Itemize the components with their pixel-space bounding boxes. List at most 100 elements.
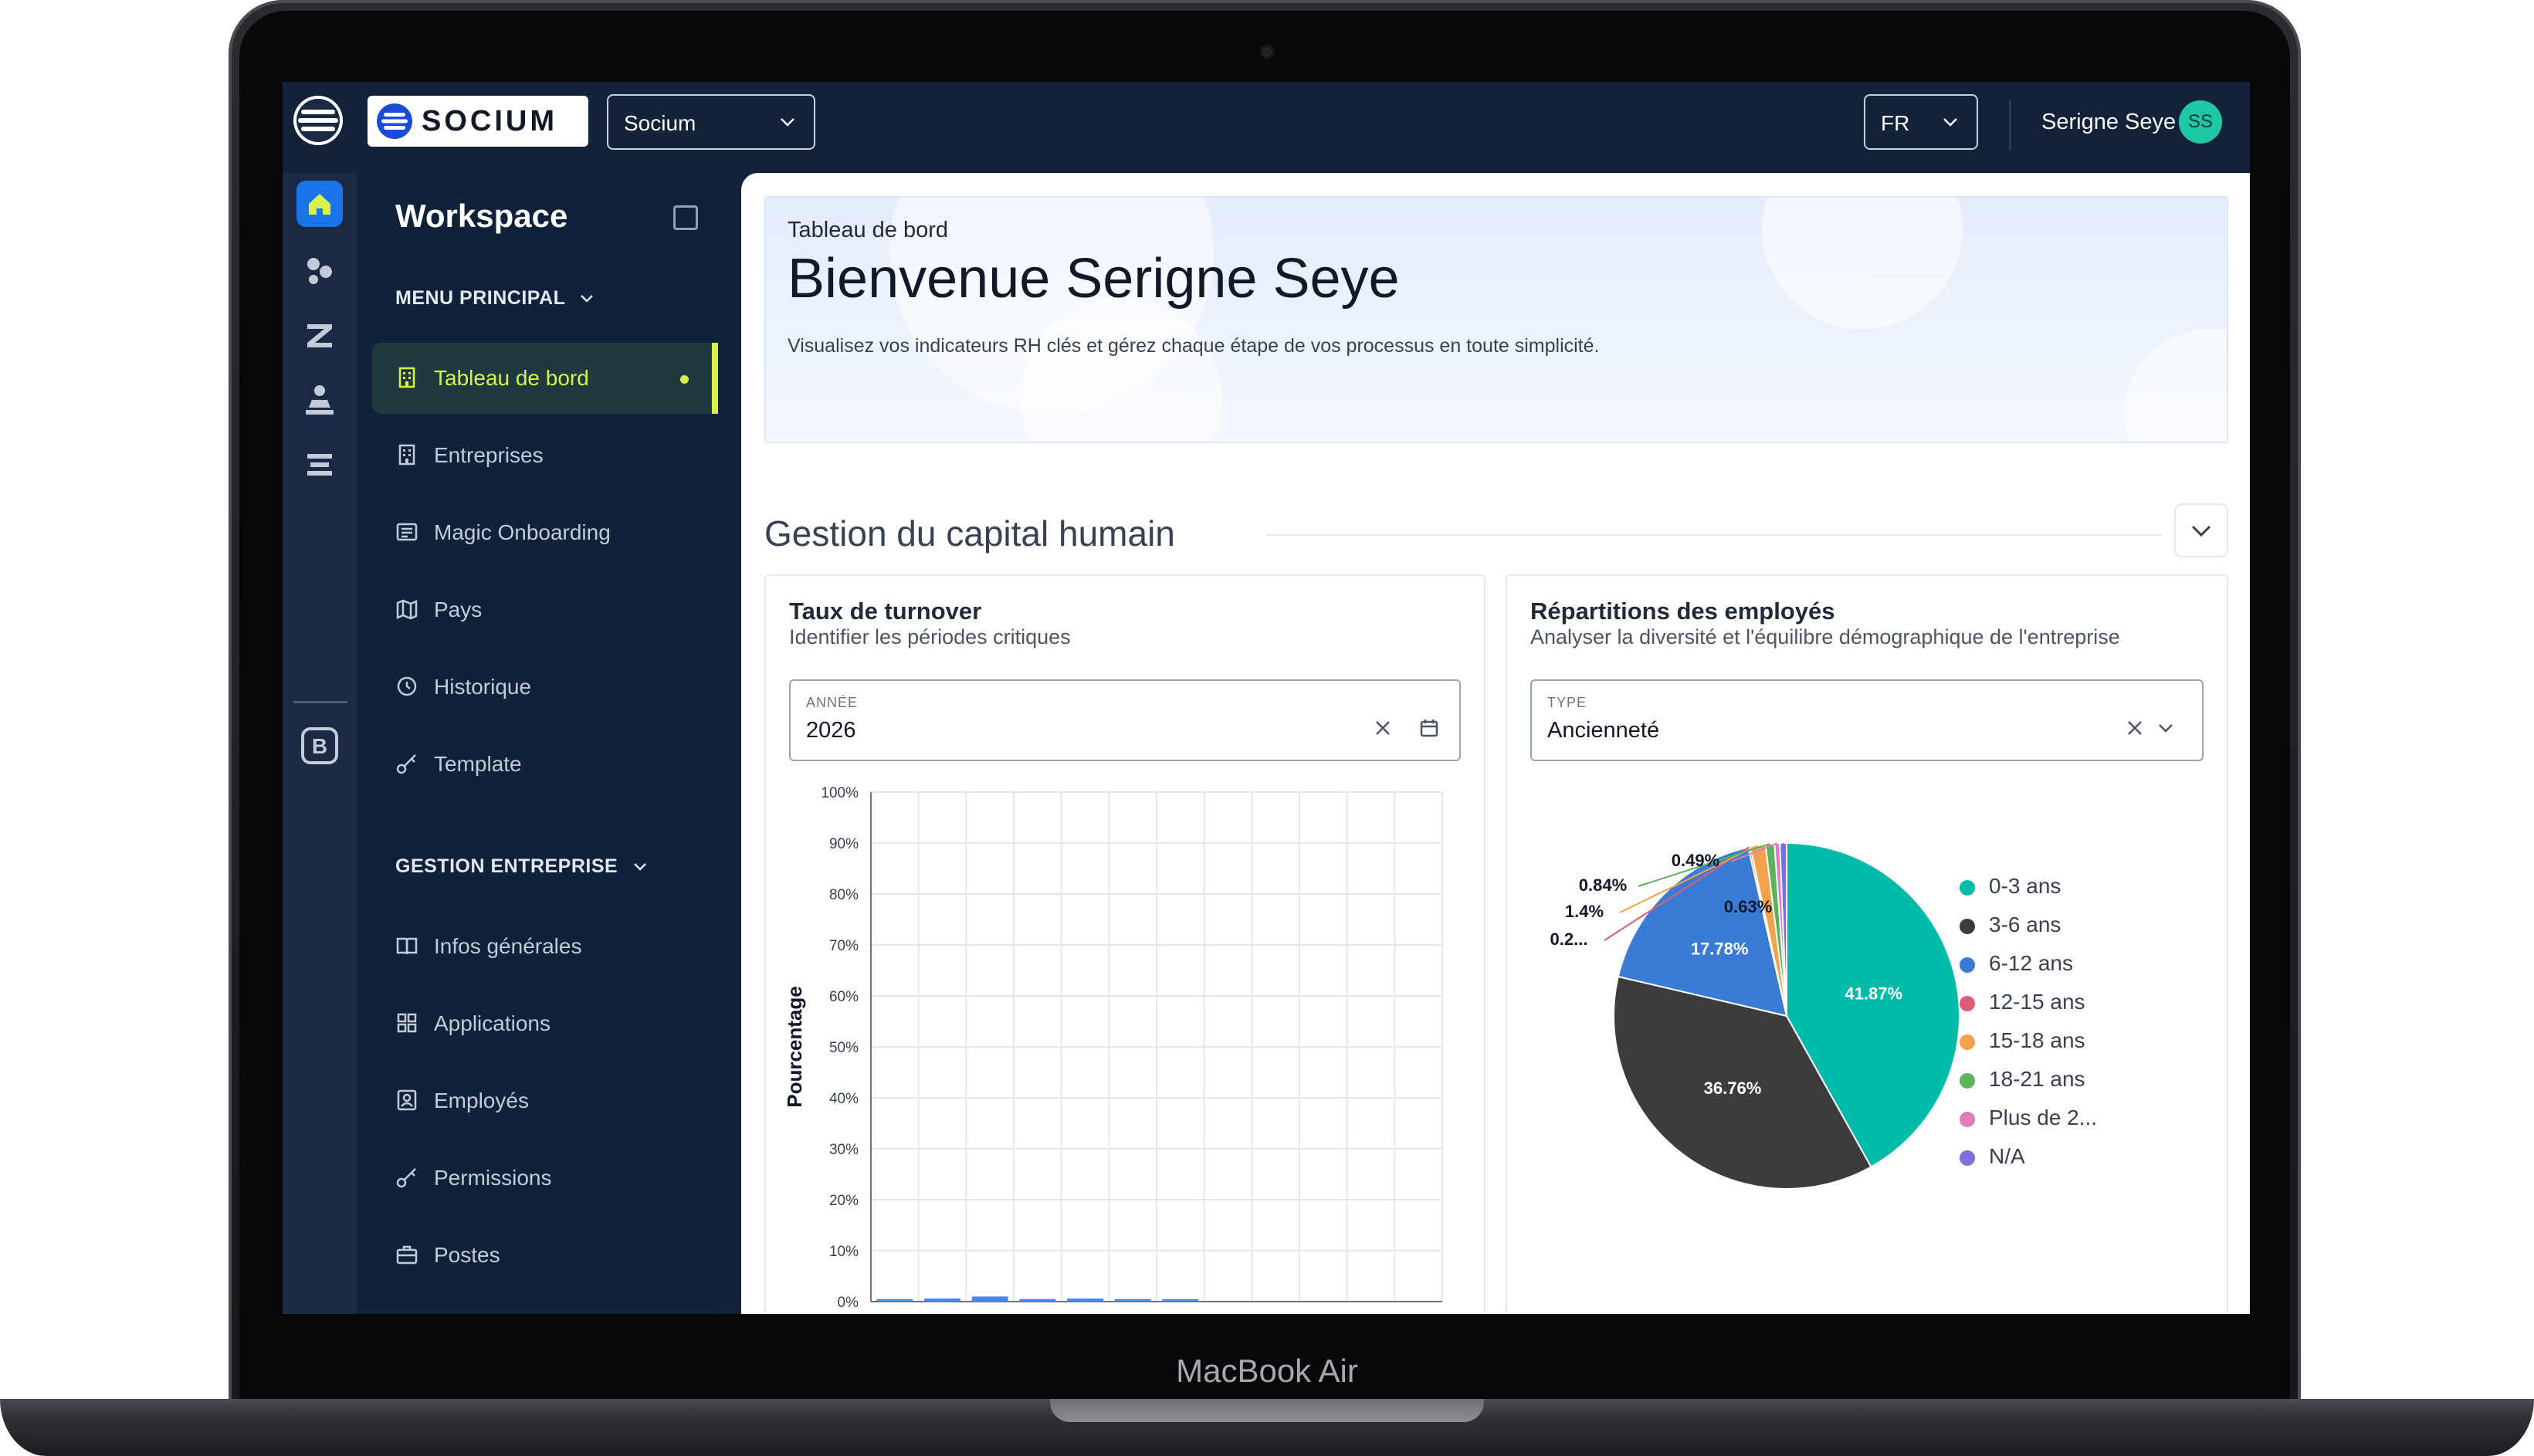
field-value: 2026 (806, 718, 856, 743)
y-tick-label: 80% (829, 887, 859, 903)
bar[interactable] (1067, 1299, 1103, 1302)
org-select[interactable]: Socium (607, 94, 815, 150)
legend-swatch-icon (1960, 957, 1975, 973)
legend-item[interactable]: 15-18 ans (1960, 1028, 2085, 1053)
gestion-entreprise-toggle[interactable]: GESTION ENTREPRISE (395, 855, 649, 878)
legend-item[interactable]: N/A (1960, 1144, 2025, 1169)
book-icon (395, 934, 418, 957)
home-icon[interactable] (296, 181, 343, 227)
legend-label: N/A (1989, 1144, 2025, 1168)
turnover-card: Taux de turnover Identifier les périodes… (764, 574, 1486, 1314)
sidebar-item-pays[interactable]: Pays (372, 574, 718, 645)
b-app-icon[interactable]: B (296, 723, 343, 769)
calendar-icon[interactable] (1418, 716, 1441, 740)
legend-swatch-icon (1960, 1034, 1975, 1050)
stack-icon[interactable] (296, 442, 343, 488)
user-name[interactable]: Serigne Seye (2041, 110, 2176, 135)
y-tick-label: 70% (829, 938, 859, 954)
sidebar-item-applications[interactable]: Applications (372, 988, 718, 1059)
chevron-down-icon (1939, 111, 1961, 138)
legend-item[interactable]: 18-21 ans (1960, 1067, 2085, 1092)
y-tick-label: 100% (821, 785, 859, 801)
y-tick-label: 40% (829, 1091, 859, 1107)
clear-icon[interactable] (2123, 716, 2146, 740)
device-model-label: MacBook Air (1176, 1353, 1358, 1389)
logo-text: SOCIUM (422, 105, 557, 137)
badge-icon (395, 1089, 418, 1112)
company-logo[interactable]: SOCIUM (368, 96, 588, 147)
pyramid-icon[interactable] (296, 377, 343, 423)
sidebar-item-postes[interactable]: Postes (372, 1220, 718, 1291)
legend-label: 18-21 ans (1989, 1067, 2085, 1091)
sidebar: Workspace MENU PRINCIPAL Tableau de bord (357, 173, 718, 1314)
avatar[interactable]: SS (2179, 100, 2222, 144)
card-title: Répartitions des employés (1530, 598, 1835, 625)
page-title: Bienvenue Serigne Seye (788, 248, 1400, 310)
bar[interactable] (971, 1296, 1008, 1302)
main-content: Tableau de bord Bienvenue Serigne Seye V… (741, 173, 2250, 1314)
grid-icon (395, 1011, 418, 1034)
legend-item[interactable]: 6-12 ans (1960, 951, 2073, 976)
sidebar-item-entreprises[interactable]: Entreprises (372, 420, 718, 491)
legend-label: 0-3 ans (1989, 874, 2061, 898)
workspace-title: Workspace (395, 198, 568, 234)
legend-item[interactable]: 0-3 ans (1960, 874, 2061, 899)
socium-mark-icon (377, 103, 412, 139)
sidebar-item-template[interactable]: Template (372, 729, 718, 800)
collapse-sidebar-icon[interactable] (673, 205, 698, 230)
legend-swatch-icon (1960, 919, 1975, 934)
chevron-down-icon (2191, 525, 2211, 537)
sidebar-item-tableau-de-bord[interactable]: Tableau de bord (372, 343, 718, 414)
legend-item[interactable]: 12-15 ans (1960, 990, 2085, 1014)
sidebar-item-label: Historique (434, 675, 532, 699)
menu-principal-toggle[interactable]: MENU PRINCIPAL (395, 287, 595, 310)
section-divider (1266, 534, 2162, 536)
legend-item[interactable]: Plus de 2... (1960, 1106, 2097, 1130)
bar[interactable] (1019, 1299, 1056, 1302)
clear-icon[interactable] (1371, 716, 1394, 740)
brand-logo-icon[interactable] (293, 96, 343, 145)
map-icon (395, 598, 418, 621)
legend-swatch-icon (1960, 1150, 1975, 1166)
bar[interactable] (876, 1299, 913, 1302)
key-icon (395, 1166, 418, 1189)
legend-item[interactable]: 3-6 ans (1960, 913, 2061, 937)
sidebar-item-permissions[interactable]: Permissions (372, 1143, 718, 1214)
pie-data-label: 0.49% (1672, 851, 1719, 870)
welcome-banner: Tableau de bord Bienvenue Serigne Seye V… (764, 196, 2228, 443)
bar[interactable] (1114, 1299, 1151, 1302)
y-tick-label: 60% (829, 989, 859, 1005)
section-title: Gestion du capital humain (764, 513, 1175, 554)
sidebar-item-label: Applications (434, 1011, 551, 1035)
sidebar-item-infos-generales[interactable]: Infos générales (372, 911, 718, 982)
sidebar-item-label: Employés (434, 1089, 529, 1112)
section-collapse-button[interactable] (2174, 503, 2228, 557)
sidebar-item-employes[interactable]: Employés (372, 1065, 718, 1136)
sidebar-item-historique[interactable]: Historique (372, 652, 718, 723)
chevron-down-icon (571, 287, 595, 309)
y-tick-label: 90% (829, 836, 859, 852)
active-dot (680, 375, 689, 384)
header-divider (2009, 100, 2011, 150)
sidebar-item-magic-onboarding[interactable]: Magic Onboarding (372, 497, 718, 568)
chevron-down-icon (624, 855, 649, 877)
apps-dots-icon[interactable] (296, 247, 343, 293)
bar[interactable] (1162, 1299, 1199, 1302)
menu-principal-label: MENU PRINCIPAL (395, 287, 565, 309)
field-label: ANNÉE (806, 695, 859, 710)
building-icon (395, 366, 418, 389)
bar[interactable] (924, 1299, 960, 1302)
chevron-down-icon (777, 111, 798, 138)
sidebar-item-label: Entreprises (434, 443, 544, 467)
year-select[interactable]: ANNÉE 2026 (789, 679, 1461, 761)
app-screen: SOCIUM Socium FR Serigne Seye SS B Works… (283, 82, 2250, 1314)
chevron-down-icon[interactable] (2154, 716, 2177, 740)
type-select[interactable]: TYPE Ancienneté (1530, 679, 2204, 761)
language-select[interactable]: FR (1864, 94, 1978, 150)
zendesk-icon[interactable] (296, 312, 343, 358)
field-value: Ancienneté (1547, 718, 1660, 743)
legend-swatch-icon (1960, 880, 1975, 896)
turnover-bar-chart: 0% 10% 20% 30% 40% 50% 60% 70% 80% 90% 100% Pourcen… (783, 785, 1443, 1311)
sidebar-item-label: Pays (434, 598, 483, 621)
language-select-value: FR (1881, 111, 1910, 135)
